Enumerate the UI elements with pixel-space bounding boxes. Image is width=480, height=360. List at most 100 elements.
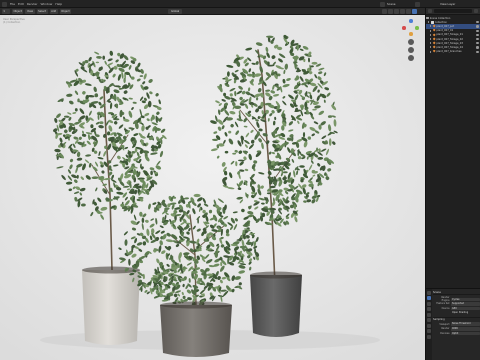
mode-button[interactable]: Object bbox=[12, 9, 24, 14]
xray-icon[interactable] bbox=[388, 9, 393, 14]
outliner-item-label: plant_007_foliage_03 bbox=[436, 41, 463, 45]
view-layer-tab-icon[interactable] bbox=[427, 307, 431, 311]
world-tab-icon[interactable] bbox=[427, 318, 431, 322]
outliner-header bbox=[426, 8, 480, 15]
z-axis-icon[interactable] bbox=[409, 19, 413, 23]
add-menu[interactable]: Add bbox=[49, 9, 58, 14]
object-menu[interactable]: Object bbox=[59, 9, 72, 14]
outliner-item-label: plant_007_foliage_02 bbox=[436, 37, 463, 41]
prop-key: Render bbox=[441, 327, 450, 331]
outliner-item-label: plant_007_01 bbox=[436, 29, 454, 33]
viewport-render bbox=[0, 15, 425, 360]
gray-pot bbox=[250, 271, 302, 337]
modifier-tab-icon[interactable] bbox=[427, 329, 431, 333]
mesh-object-icon bbox=[432, 49, 436, 54]
prop-key: Viewport bbox=[439, 322, 450, 326]
material-tab-icon[interactable] bbox=[427, 334, 431, 339]
3d-viewport[interactable]: User Perspective (1) Collection bbox=[0, 15, 425, 360]
prop-key: Denoise bbox=[440, 331, 450, 335]
rendered-shading-icon[interactable] bbox=[412, 9, 417, 14]
prop-key: Device bbox=[441, 306, 450, 310]
render-samples-field[interactable]: 4096 bbox=[451, 327, 480, 331]
outliner-item-label: plant_007_pot bbox=[436, 24, 455, 28]
render-tab-icon[interactable] bbox=[427, 296, 431, 300]
outliner-item-label: plant_007_foliage_04 bbox=[436, 45, 463, 49]
scene-selector[interactable]: Scene bbox=[387, 2, 396, 6]
visibility-eye-icon[interactable] bbox=[476, 50, 479, 53]
viewport-info: User Perspective (1) Collection bbox=[3, 18, 25, 24]
properties-title: Scene bbox=[433, 290, 480, 295]
top-bar: File Edit Render Window Help Scene View … bbox=[0, 0, 480, 8]
visibility-eye-icon[interactable] bbox=[476, 42, 479, 45]
editor-type-button[interactable]: ▾ bbox=[2, 9, 10, 14]
prop-row: Denoise OptiX bbox=[433, 331, 480, 336]
expand-icon[interactable] bbox=[428, 21, 430, 24]
terrazzo-pot bbox=[160, 301, 232, 357]
scene-icon bbox=[380, 1, 385, 7]
right-panel: Scene Collection Collection plant_007_po… bbox=[425, 8, 480, 360]
pan-icon[interactable] bbox=[408, 47, 414, 53]
denoise-dropdown[interactable]: OptiX bbox=[451, 331, 480, 336]
properties-editor: Scene Render Engine Cycles Feature Set S… bbox=[426, 289, 480, 360]
outliner-item-label: Collection bbox=[434, 20, 447, 24]
viewport-collection-name: (1) Collection bbox=[3, 21, 21, 25]
overlay-icon[interactable] bbox=[382, 9, 387, 14]
solid-shading-icon[interactable] bbox=[400, 9, 405, 14]
x-axis-icon[interactable] bbox=[402, 26, 406, 30]
prop-key: Feature Set bbox=[436, 302, 450, 306]
menu-help[interactable]: Help bbox=[55, 2, 62, 6]
outliner-object-row[interactable]: plant_007_foliage_01 bbox=[426, 33, 480, 37]
outliner-item-label: plant_007_branches bbox=[436, 50, 462, 54]
white-pot bbox=[82, 266, 140, 345]
visibility-eye-icon[interactable] bbox=[476, 37, 479, 41]
scene-tab-icon[interactable] bbox=[427, 312, 431, 317]
outliner-scene-collection[interactable]: Scene Collection bbox=[426, 16, 480, 20]
prop-key: Render Engine bbox=[441, 296, 450, 303]
output-tab-icon[interactable] bbox=[427, 301, 431, 306]
outliner-search-input[interactable] bbox=[434, 9, 472, 13]
properties-tabs bbox=[426, 289, 432, 360]
visibility-eye-icon[interactable] bbox=[476, 25, 479, 28]
scene-collection-icon bbox=[426, 16, 429, 20]
wireframe-shading-icon[interactable] bbox=[394, 9, 399, 14]
outliner-object-row[interactable]: plant_007_branches bbox=[426, 49, 480, 54]
viewport-header-buttons: ▾ Object View Select Add Object bbox=[2, 9, 72, 14]
render-engine-dropdown[interactable]: Cycles bbox=[451, 297, 480, 302]
view-layer-icon bbox=[415, 1, 420, 7]
blender-logo-icon[interactable] bbox=[2, 1, 7, 7]
visibility-eye-icon[interactable] bbox=[476, 46, 479, 49]
visibility-eye-icon[interactable] bbox=[476, 33, 479, 36]
axis-neg-icon[interactable] bbox=[409, 32, 413, 36]
y-axis-icon[interactable] bbox=[415, 26, 419, 30]
viewport-header: ▾ Object View Select Add Object Global bbox=[0, 8, 425, 15]
visibility-eye-icon[interactable] bbox=[476, 21, 479, 24]
view-menu[interactable]: View bbox=[25, 9, 35, 14]
visibility-eye-icon[interactable] bbox=[476, 29, 479, 32]
prop-row: Open Shading bbox=[433, 311, 480, 316]
feature-set-dropdown[interactable]: Supported bbox=[451, 302, 480, 306]
camera-view-icon[interactable] bbox=[408, 55, 414, 61]
transform-orientation-dropdown[interactable]: Global bbox=[168, 9, 183, 14]
outliner: Scene Collection Collection plant_007_po… bbox=[426, 15, 480, 54]
outliner-editor-type-icon[interactable] bbox=[428, 9, 432, 13]
outliner-item-label: plant_007_foliage_01 bbox=[436, 33, 463, 37]
open-shading-checkbox[interactable]: Open Shading bbox=[451, 311, 480, 315]
tool-tab-icon[interactable] bbox=[427, 290, 431, 295]
viewport-samples-field[interactable]: Noise Threshold bbox=[451, 322, 480, 327]
device-dropdown[interactable]: GPU bbox=[451, 306, 480, 311]
properties-body: Scene Render Engine Cycles Feature Set S… bbox=[433, 290, 480, 336]
main-menu: File Edit Render Window Help bbox=[10, 2, 62, 6]
material-shading-icon[interactable] bbox=[406, 9, 411, 14]
collection-icon bbox=[431, 20, 434, 24]
view-layer-selector[interactable]: View Layer bbox=[440, 2, 455, 6]
navigation-gizmo[interactable] bbox=[400, 19, 422, 65]
object-tab-icon[interactable] bbox=[427, 323, 431, 328]
prop-row: Render Engine Cycles bbox=[433, 296, 480, 303]
menu-render[interactable]: Render bbox=[27, 2, 38, 6]
menu-window[interactable]: Window bbox=[41, 2, 53, 6]
menu-file[interactable]: File bbox=[10, 2, 15, 6]
filter-icon[interactable] bbox=[474, 9, 478, 13]
menu-edit[interactable]: Edit bbox=[18, 2, 24, 6]
select-menu[interactable]: Select bbox=[36, 9, 48, 14]
zoom-icon[interactable] bbox=[408, 39, 414, 45]
